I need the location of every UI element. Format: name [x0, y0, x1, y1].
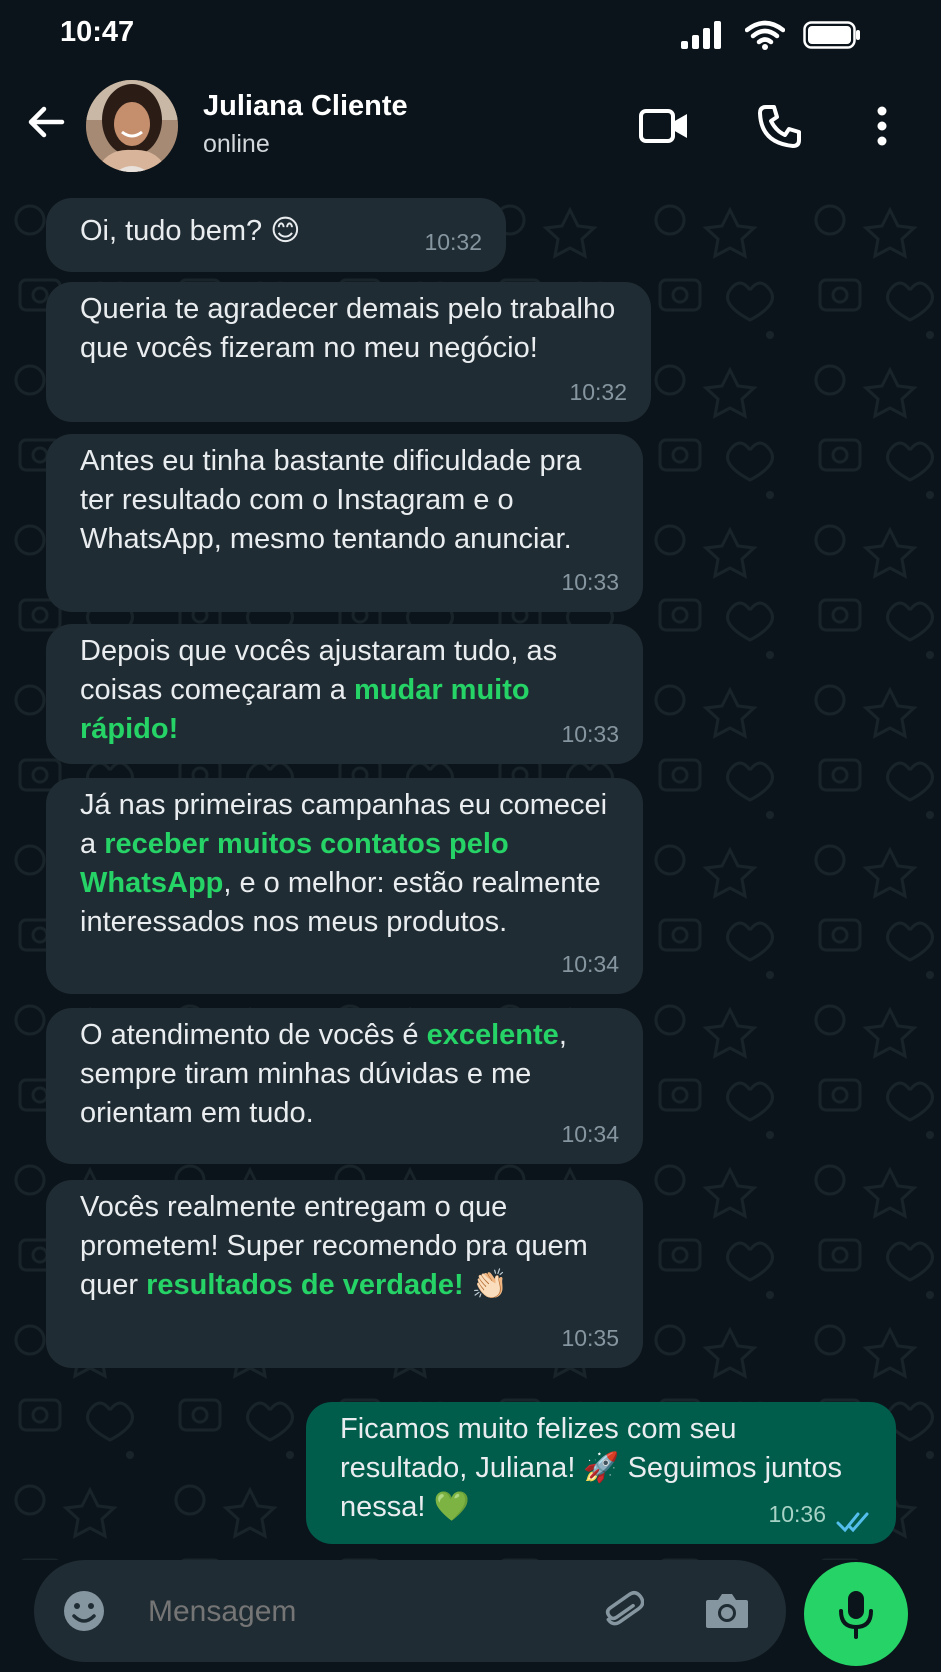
message-time: 10:36: [768, 1501, 826, 1527]
message-text: Vocês realmente entregam o que prometem!…: [80, 1188, 617, 1305]
text-segment: Queria te agradecer demais pelo trabalho…: [80, 293, 616, 364]
message-text: Já nas primeiras campanhas eu comecei a …: [80, 786, 617, 942]
message-bubble[interactable]: Já nas primeiras campanhas eu comecei a …: [46, 778, 643, 994]
battery-icon: [803, 21, 860, 49]
emoji-icon[interactable]: [62, 1589, 106, 1633]
message-time: 10:35: [561, 1325, 619, 1351]
back-button[interactable]: [22, 98, 70, 146]
message-bubble[interactable]: O atendimento de vocês é excelente, semp…: [46, 1008, 643, 1164]
message-time: 10:32: [424, 229, 482, 255]
message-composer: [34, 1560, 786, 1662]
highlighted-text: excelente: [426, 1019, 559, 1051]
message-text: Queria te agradecer demais pelo trabalho…: [80, 290, 625, 368]
message-bubble[interactable]: Depois que vocês ajustaram tudo, as cois…: [46, 624, 643, 764]
message-text: Antes eu tinha bastante dificuldade pra …: [80, 442, 617, 559]
menu-button[interactable]: [856, 100, 908, 152]
mic-button[interactable]: [804, 1562, 908, 1666]
arrow-left-icon: [28, 106, 65, 138]
more-vertical-icon: [877, 106, 887, 146]
signal-icon: [681, 21, 721, 49]
attach-icon[interactable]: [602, 1590, 644, 1632]
text-segment: 👏🏻: [463, 1269, 508, 1301]
status-time: 10:47: [60, 16, 135, 48]
microphone-icon: [839, 1591, 873, 1639]
message-bubble[interactable]: Antes eu tinha bastante dificuldade pra …: [46, 434, 643, 612]
contact-name[interactable]: Juliana Cliente: [203, 90, 408, 123]
message-time: 10:33: [561, 569, 619, 595]
message-bubble[interactable]: Oi, tudo bem? 😊 10:32: [46, 198, 506, 272]
avatar[interactable]: [86, 80, 178, 172]
message-input[interactable]: [146, 1584, 590, 1640]
text-segment: Antes eu tinha bastante dificuldade pra …: [80, 445, 582, 555]
message-text: Oi, tudo bem? 😊: [80, 206, 480, 251]
message-bubble[interactable]: Queria te agradecer demais pelo trabalho…: [46, 282, 651, 422]
highlighted-text: resultados de verdade!: [146, 1269, 464, 1301]
double-check-icon: [836, 1512, 869, 1533]
text-segment: O atendimento de vocês é: [80, 1019, 427, 1051]
contact-status: online: [203, 130, 270, 158]
text-segment: Oi, tudo bem? 😊: [80, 215, 301, 247]
message-bubble-outgoing[interactable]: Ficamos muito felizes com seu resultado,…: [306, 1402, 896, 1544]
message-time: 10:34: [561, 1121, 619, 1147]
chat-area[interactable]: Oi, tudo bem? 😊 10:32 Queria te agradece…: [0, 190, 941, 1560]
chat-header: Juliana Cliente online: [0, 70, 941, 190]
message-text: Depois que vocês ajustaram tudo, as cois…: [80, 632, 617, 749]
voice-call-button[interactable]: [754, 100, 806, 152]
message-bubble[interactable]: Vocês realmente entregam o que prometem!…: [46, 1180, 643, 1368]
status-icons: [681, 20, 861, 50]
camera-icon[interactable]: [704, 1590, 750, 1630]
video-camera-icon: [639, 109, 687, 143]
status-bar: 10:47: [0, 0, 941, 70]
wifi-icon: [745, 20, 785, 50]
message-time: 10:33: [561, 721, 619, 747]
phone-icon: [758, 105, 801, 148]
message-text: O atendimento de vocês é excelente, semp…: [80, 1016, 617, 1133]
message-time: 10:34: [561, 951, 619, 977]
avatar-photo: [86, 80, 178, 172]
text-segment: Ficamos muito felizes com seu resultado,…: [340, 1413, 842, 1523]
video-call-button[interactable]: [638, 100, 690, 152]
message-time: 10:32: [569, 379, 627, 405]
